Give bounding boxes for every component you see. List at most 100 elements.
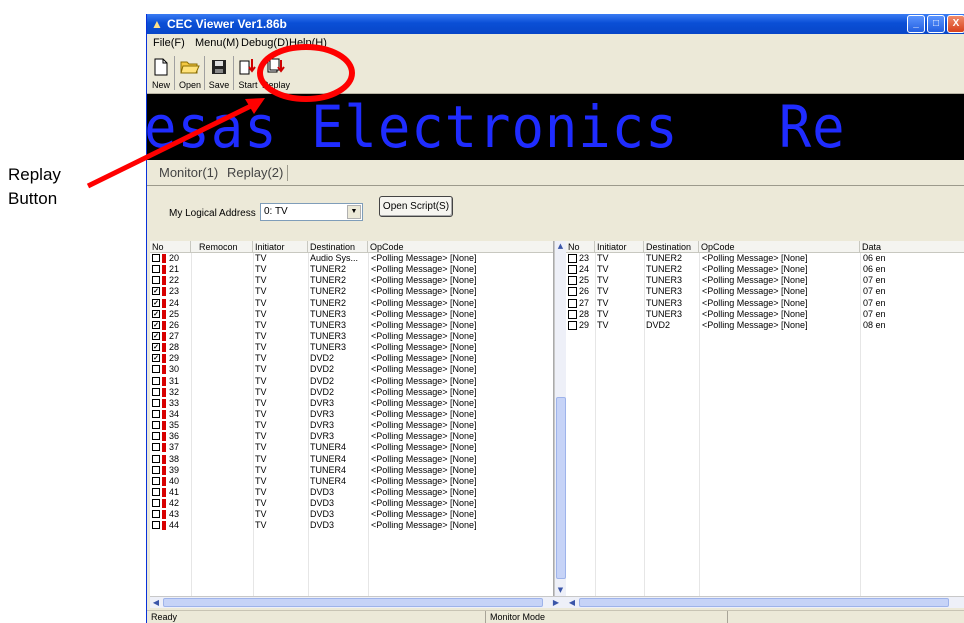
table-row[interactable]: 35 TV DVR3 <Polling Message> [None] <box>150 420 553 431</box>
scroll-thumb[interactable] <box>579 598 949 607</box>
new-button[interactable]: New <box>150 54 172 92</box>
title-bar[interactable]: ▲ CEC Viewer Ver1.86b _ □ X <box>147 14 964 34</box>
row-checkbox[interactable] <box>152 443 160 452</box>
row-checkbox[interactable] <box>568 276 577 286</box>
table-row[interactable]: ✓ 26 TV TUNER3 <Polling Message> [None] <box>150 320 553 331</box>
replay-script-table[interactable]: No Remocon Initiator Destination OpCode … <box>150 241 554 596</box>
row-checkbox[interactable] <box>152 499 160 508</box>
row-checkbox[interactable] <box>568 287 577 297</box>
table-row[interactable]: 37 TV TUNER4 <Polling Message> [None] <box>150 442 553 453</box>
table-row[interactable]: 34 TV DVR3 <Polling Message> [None] <box>150 409 553 420</box>
row-checkbox[interactable]: ✓ <box>152 320 160 329</box>
table-row[interactable]: 44 TV DVD3 <Polling Message> [None] <box>150 520 553 531</box>
row-checkbox[interactable] <box>568 265 577 275</box>
scroll-up-icon[interactable]: ▲ <box>555 241 566 252</box>
left-table-horizontal-scrollbar[interactable]: ◀ ▶ <box>150 596 566 608</box>
row-checkbox[interactable] <box>152 465 160 474</box>
replay-button[interactable]: Replay <box>261 54 291 92</box>
row-checkbox[interactable]: ✓ <box>152 331 160 340</box>
close-button[interactable]: X <box>947 15 964 33</box>
row-checkbox[interactable] <box>152 265 160 274</box>
row-checkbox[interactable] <box>568 320 577 330</box>
chevron-down-icon[interactable]: ▼ <box>347 205 361 219</box>
row-checkbox[interactable] <box>152 510 160 519</box>
table-row[interactable]: 32 TV DVD2 <Polling Message> [None] <box>150 387 553 398</box>
row-checkbox[interactable] <box>152 276 160 285</box>
table-row[interactable]: ✓ 23 TV TUNER2 <Polling Message> [None] <box>150 286 553 297</box>
table-row[interactable]: 33 TV DVR3 <Polling Message> [None] <box>150 398 553 409</box>
scroll-thumb[interactable] <box>556 397 566 579</box>
column-header-remocon[interactable]: Remocon <box>191 241 253 253</box>
column-header-opcode[interactable]: OpCode <box>699 241 860 253</box>
column-header-initiator[interactable]: Initiator <box>253 241 308 253</box>
right-table-horizontal-scrollbar[interactable]: ◀ <box>566 596 964 608</box>
row-checkbox[interactable] <box>568 309 577 319</box>
scroll-down-icon[interactable]: ▼ <box>555 585 566 596</box>
row-checkbox[interactable] <box>152 432 160 441</box>
row-checkbox[interactable] <box>568 254 577 263</box>
table-row[interactable]: 22 TV TUNER2 <Polling Message> [None] <box>150 275 553 286</box>
row-checkbox[interactable] <box>152 421 160 430</box>
column-header-initiator[interactable]: Initiator <box>595 241 644 253</box>
row-checkbox[interactable] <box>152 409 160 418</box>
column-header-destination[interactable]: Destination <box>308 241 368 253</box>
menu-file[interactable]: File(F) <box>153 37 185 49</box>
table-row[interactable]: ✓ 25 TV TUNER3 <Polling Message> [None] <box>150 309 553 320</box>
menu-menu[interactable]: Menu(M) <box>195 37 239 49</box>
save-button[interactable]: Save <box>207 54 231 92</box>
scroll-right-icon[interactable]: ▶ <box>550 597 562 608</box>
minimize-button[interactable]: _ <box>907 15 925 33</box>
table-row[interactable]: 31 TV DVD2 <Polling Message> [None] <box>150 376 553 387</box>
table-row[interactable]: 40 TV TUNER4 <Polling Message> [None] <box>150 476 553 487</box>
table-row[interactable]: 41 TV DVD3 <Polling Message> [None] <box>150 487 553 498</box>
row-checkbox[interactable] <box>152 454 160 463</box>
table-row[interactable]: 24 TV TUNER2 <Polling Message> [None] 06 en <box>566 264 964 275</box>
row-checkbox[interactable]: ✓ <box>152 343 160 352</box>
table-row[interactable]: 43 TV DVD3 <Polling Message> [None] <box>150 509 553 520</box>
table-row[interactable]: 26 TV TUNER3 <Polling Message> [None] 07 en <box>566 286 964 297</box>
row-checkbox[interactable] <box>152 476 160 485</box>
row-checkbox[interactable]: ✓ <box>152 287 160 296</box>
column-header-opcode[interactable]: OpCode <box>368 241 553 253</box>
row-checkbox[interactable] <box>152 254 160 262</box>
row-checkbox[interactable]: ✓ <box>152 298 160 307</box>
table-row[interactable]: ✓ 27 TV TUNER3 <Polling Message> [None] <box>150 331 553 342</box>
column-header-destination[interactable]: Destination <box>644 241 699 253</box>
left-table-vertical-scrollbar[interactable]: ▲ ▼ <box>554 241 566 596</box>
column-header-no[interactable]: No <box>566 241 595 253</box>
table-row[interactable]: ✓ 28 TV TUNER3 <Polling Message> [None] <box>150 342 553 353</box>
row-checkbox[interactable] <box>568 298 577 308</box>
column-header-no[interactable]: No <box>150 241 191 253</box>
table-row[interactable]: 36 TV DVR3 <Polling Message> [None] <box>150 431 553 442</box>
table-row[interactable]: 28 TV TUNER3 <Polling Message> [None] 07 en <box>566 309 964 320</box>
table-row[interactable]: ✓ 24 TV TUNER2 <Polling Message> [None] <box>150 298 553 309</box>
scroll-left-icon[interactable]: ◀ <box>150 597 162 608</box>
row-checkbox[interactable] <box>152 365 160 374</box>
menu-help[interactable]: Help(H) <box>289 37 327 49</box>
tab-monitor[interactable]: Monitor(1) <box>159 165 218 181</box>
table-row[interactable]: 25 TV TUNER3 <Polling Message> [None] 07 en <box>566 275 964 286</box>
scroll-left-icon[interactable]: ◀ <box>566 597 578 608</box>
table-row[interactable]: 20 TV Audio Sys... <Polling Message> [None] <box>150 253 553 264</box>
logical-address-select[interactable]: 0: TV ▼ <box>260 203 363 221</box>
table-row[interactable]: ✓ 29 TV DVD2 <Polling Message> [None] <box>150 353 553 364</box>
start-button[interactable]: Start <box>236 54 260 92</box>
row-checkbox[interactable] <box>152 521 160 530</box>
table-row[interactable]: 23 TV TUNER2 <Polling Message> [None] 06 en <box>566 253 964 264</box>
row-checkbox[interactable] <box>152 487 160 496</box>
row-checkbox[interactable]: ✓ <box>152 354 160 363</box>
column-header-data[interactable]: Data <box>860 241 964 253</box>
menu-debug[interactable]: Debug(D) <box>241 37 289 49</box>
open-script-button[interactable]: Open Script(S) <box>379 196 453 217</box>
table-row[interactable]: 21 TV TUNER2 <Polling Message> [None] <box>150 264 553 275</box>
maximize-button[interactable]: □ <box>927 15 945 33</box>
scroll-thumb[interactable] <box>163 598 543 607</box>
replay-result-table[interactable]: No Initiator Destination OpCode Data 23 T… <box>566 241 964 596</box>
table-row[interactable]: 38 TV TUNER4 <Polling Message> [None] <box>150 454 553 465</box>
table-row[interactable]: 42 TV DVD3 <Polling Message> [None] <box>150 498 553 509</box>
table-row[interactable]: 27 TV TUNER3 <Polling Message> [None] 07 en <box>566 298 964 309</box>
table-row[interactable]: 30 TV DVD2 <Polling Message> [None] <box>150 364 553 375</box>
tab-replay[interactable]: Replay(2) <box>227 165 289 181</box>
table-row[interactable]: 39 TV TUNER4 <Polling Message> [None] <box>150 465 553 476</box>
row-checkbox[interactable] <box>152 387 160 396</box>
